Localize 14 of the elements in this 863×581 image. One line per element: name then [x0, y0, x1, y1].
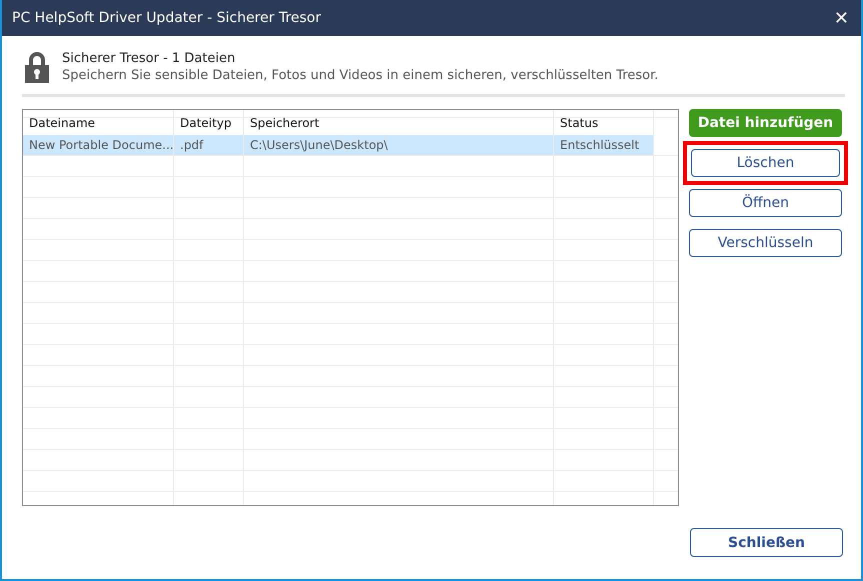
close-button[interactable]: ✕	[830, 8, 853, 28]
lock-icon	[24, 50, 50, 84]
action-button[interactable]: Datei hinzufügen	[689, 109, 842, 137]
action-button[interactable]: Verschlüsseln	[689, 229, 842, 257]
table-cell: .pdf	[174, 135, 244, 156]
action-button[interactable]: Öffnen	[689, 189, 842, 217]
window-title: PC HelpSoft Driver Updater - Sicherer Tresor	[12, 10, 321, 26]
table-cell: New Portable Docume...	[23, 135, 174, 156]
table-cell: Entschlüsselt	[554, 135, 654, 156]
action-button[interactable]: Löschen	[691, 149, 840, 177]
vault-title: Sicherer Tresor - 1 Dateien	[62, 51, 236, 66]
vault-description: Speichern Sie sensible Dateien, Fotos und Videos in einem sicheren, verschlüsselten Tresor.	[62, 68, 658, 83]
close-dialog-button[interactable]: Schließen	[690, 528, 843, 557]
table-cell: C:\Users\June\Desktop\	[244, 135, 554, 156]
